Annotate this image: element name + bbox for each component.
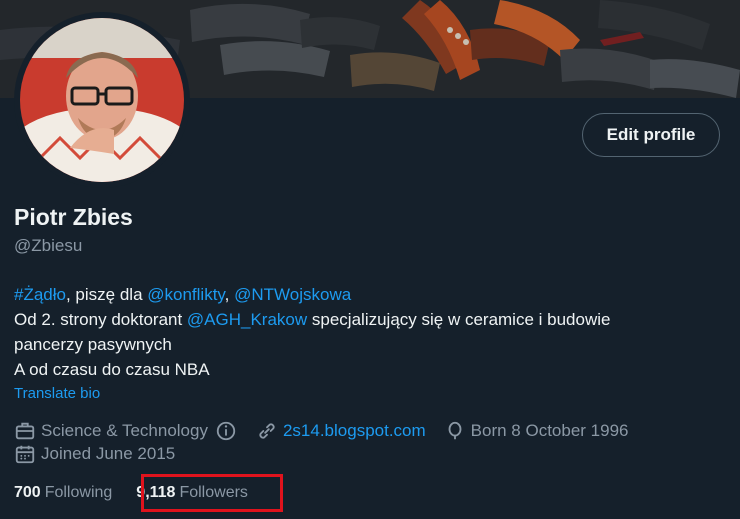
profile-meta-row: Science & Technology 2s14.blogspot.com B… <box>14 420 629 442</box>
profile-handle: @Zbiesu <box>14 236 83 255</box>
avatar[interactable] <box>20 18 184 182</box>
website-link[interactable]: 2s14.blogspot.com <box>283 421 426 441</box>
info-icon[interactable] <box>215 420 237 442</box>
birthday-item: Born 8 October 1996 <box>444 420 629 442</box>
bio-text: Od 2. strony doktorant <box>14 310 187 329</box>
birthday-text: Born 8 October 1996 <box>470 421 629 440</box>
mention-link-konflikty[interactable]: @konflikty <box>147 285 224 304</box>
website-item[interactable]: 2s14.blogspot.com <box>256 420 426 442</box>
bio-line-3: pancerzy pasywnych <box>14 335 172 354</box>
following-count: 700 <box>14 484 41 501</box>
link-icon <box>259 423 275 439</box>
joined-row: Joined June 2015 <box>14 443 175 465</box>
bio-line-1: #Żądło, piszę dla @konflikty, @NTWojskow… <box>14 282 714 307</box>
hashtag-link[interactable]: #Żądło <box>14 285 66 304</box>
profile-name: Piotr Zbies <box>14 204 133 230</box>
translate-bio-link[interactable]: Translate bio <box>14 385 100 402</box>
birthday-balloon-icon <box>448 421 462 440</box>
joined-item: Joined June 2015 <box>14 443 175 465</box>
category-item[interactable]: Science & Technology <box>14 420 242 442</box>
joined-text: Joined June 2015 <box>41 444 176 463</box>
mention-link-ntwojskowa[interactable]: @NTWojskowa <box>234 285 351 304</box>
following-label: Following <box>44 484 113 501</box>
bio-text: specjalizujący się w ceramice i budowie <box>307 310 611 329</box>
professional-category-icon <box>15 422 35 440</box>
bio-line-2: Od 2. strony doktorant @AGH_Krakow specj… <box>14 307 714 332</box>
bio-line-4: A od czasu do czasu NBA <box>14 360 210 379</box>
mention-link-agh[interactable]: @AGH_Krakow <box>187 310 307 329</box>
bio-text: , <box>224 285 235 304</box>
profile-bio: #Żądło, piszę dla @konflikty, @NTWojskow… <box>14 282 714 382</box>
edit-profile-button[interactable]: Edit profile <box>582 113 720 157</box>
followers-highlight-box <box>141 474 283 512</box>
calendar-icon <box>15 445 35 464</box>
following-link[interactable]: 700 Following <box>14 484 112 502</box>
bio-text: , piszę dla <box>65 285 148 304</box>
category-text: Science & Technology <box>41 421 208 440</box>
